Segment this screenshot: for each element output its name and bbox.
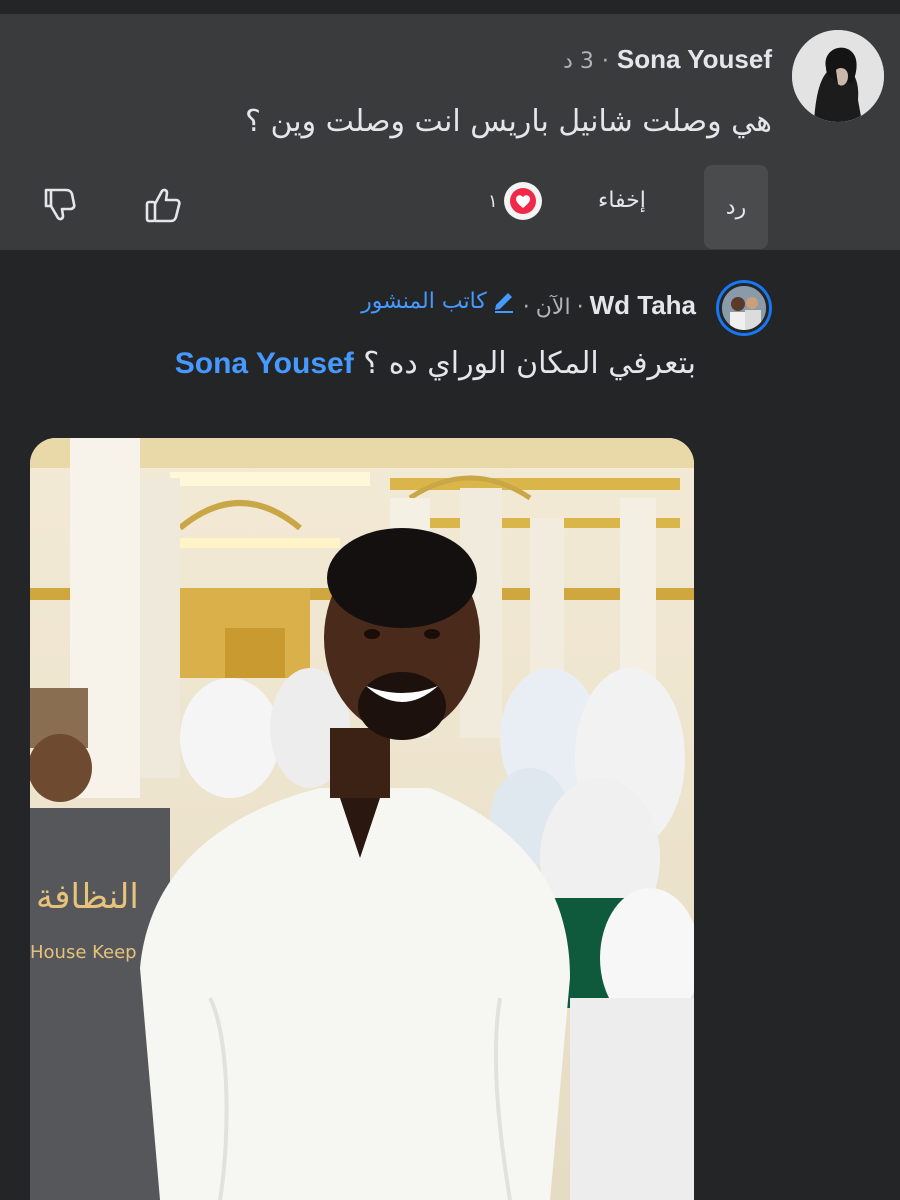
top-strip [0, 0, 900, 14]
timestamp[interactable]: الآن [536, 295, 571, 320]
heart-reaction-icon [503, 182, 542, 220]
separator: · [522, 295, 530, 320]
reaction-count: ١ [488, 190, 498, 212]
timestamp[interactable]: 3 د [563, 49, 594, 74]
mention-link[interactable]: Sona Yousef [175, 347, 354, 380]
author-name[interactable]: Wd Taha [590, 290, 696, 321]
avatar[interactable] [716, 280, 772, 336]
avatar-photo-icon [792, 30, 884, 122]
comment-header: Sona Yousef · 3 د [563, 44, 772, 75]
attached-photo[interactable]: النظافة House Keep [30, 438, 694, 1200]
hide-button[interactable]: إخفاء [598, 188, 646, 213]
comment-text: بتعرفي المكان الوراي ده ؟ Sona Yousef [175, 346, 696, 381]
like-icon[interactable] [142, 184, 184, 226]
separator: · [576, 295, 584, 320]
vest-text-en: House Keep [30, 942, 137, 963]
vest-text-ar: النظافة [36, 877, 139, 917]
author-badge-label: كاتب المنشور [361, 288, 487, 314]
reaction-summary[interactable]: ١ [488, 182, 542, 220]
avatar-photo-icon [719, 283, 769, 333]
dislike-icon[interactable] [38, 184, 80, 226]
reply-button[interactable]: رد [704, 165, 768, 249]
separator: · [601, 49, 609, 74]
author-name[interactable]: Sona Yousef [617, 44, 772, 75]
comment-text: هي وصلت شانيل باريس انت وصلت وين ؟ [245, 104, 772, 139]
comment-body: بتعرفي المكان الوراي ده ؟ [363, 346, 696, 381]
author-badge: كاتب المنشور [361, 288, 517, 314]
comment-header: Wd Taha · الآن · كاتب المنشور [361, 288, 696, 321]
pencil-icon [494, 293, 513, 313]
avatar[interactable] [792, 30, 884, 122]
